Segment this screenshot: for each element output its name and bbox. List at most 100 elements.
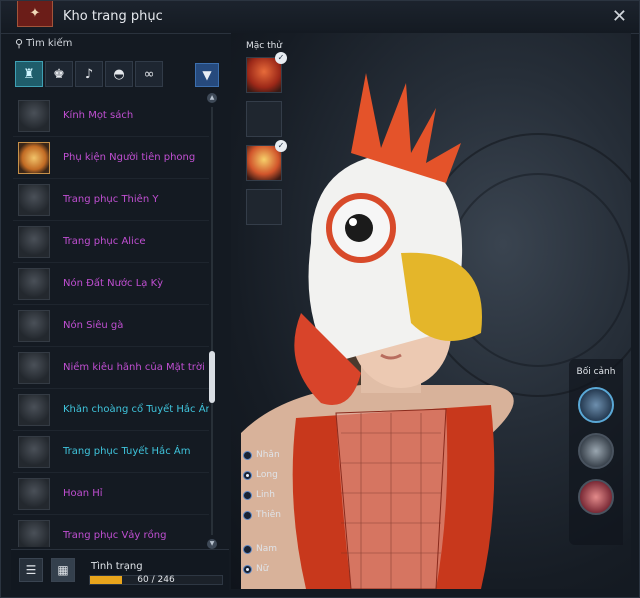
- item-label: Phụ kiện Người tiên phong: [63, 152, 196, 163]
- costume-storage-window: ✦ Kho trang phục ✕ ⚲ Tìm kiếm ♜ ♚ ♪ ◓ ∞ ▼ Kí…: [0, 0, 640, 598]
- list-item[interactable]: Nón Đất Nước Lạ Kỳ: [13, 263, 209, 305]
- item-label: Nón Đất Nước Lạ Kỳ: [63, 278, 164, 289]
- race-option[interactable]: Long: [243, 465, 303, 485]
- background-option-1[interactable]: [578, 387, 614, 423]
- race-option[interactable]: Thiên: [243, 505, 303, 525]
- list-footer: ☰ ▦ Tình trạng 60 / 246: [11, 549, 229, 590]
- item-label: Trang phục Tuyết Hắc Ám: [63, 446, 191, 457]
- item-label: Khăn choàng cổ Tuyết Hắc Ám: [63, 404, 209, 415]
- background-label: Bối cảnh: [576, 367, 616, 377]
- item-thumbnail: [18, 477, 50, 510]
- item-thumbnail: [18, 393, 50, 426]
- character-preview[interactable]: Mặc thử ✓ ✓ Nhân Long Linh Thiên Nam Nữ Bối c…: [231, 33, 631, 589]
- category-tab-3[interactable]: ◓: [105, 61, 133, 87]
- list-item[interactable]: Khăn choàng cổ Tuyết Hắc Ám: [13, 389, 209, 431]
- close-button[interactable]: ✕: [612, 6, 627, 27]
- race-selector: Nhân Long Linh Thiên: [243, 445, 303, 525]
- collection-status-label: Tình trạng: [91, 561, 143, 572]
- progress-text: 60 / 246: [137, 575, 175, 585]
- item-thumbnail: [18, 267, 50, 300]
- gender-option[interactable]: Nữ: [243, 559, 303, 579]
- item-label: Hoan Hỉ: [63, 488, 103, 499]
- costume-list: Kính Mọt sách Phụ kiện Người tiên phong Tr…: [13, 95, 209, 547]
- window-title: Kho trang phục: [63, 9, 163, 24]
- try-on-panel: Mặc thử ✓ ✓: [241, 41, 287, 225]
- shirt-icon: ♚: [53, 66, 65, 82]
- title-bar: ✦ Kho trang phục ✕: [1, 1, 639, 34]
- category-tab-0[interactable]: ♜: [15, 61, 43, 87]
- category-tab-2[interactable]: ♪: [75, 61, 103, 87]
- list-item[interactable]: Trang phục Alice: [13, 221, 209, 263]
- list-item[interactable]: Hoan Hỉ: [13, 473, 209, 515]
- gender-selector: Nam Nữ: [243, 539, 303, 579]
- scroll-thumb[interactable]: [209, 351, 215, 403]
- list-view-icon: ☰: [25, 563, 37, 577]
- filter-button[interactable]: ▼: [195, 63, 219, 87]
- race-label: Thiên: [256, 510, 281, 520]
- radio-icon[interactable]: [243, 490, 252, 500]
- race-option[interactable]: Linh: [243, 485, 303, 505]
- list-scrollbar[interactable]: ▲ ▼: [207, 93, 217, 549]
- search-icon: ⚲: [15, 37, 24, 50]
- race-label: Linh: [256, 490, 275, 500]
- category-tab-4[interactable]: ∞: [135, 61, 163, 87]
- item-thumbnail: [18, 309, 50, 342]
- radio-icon[interactable]: [243, 450, 252, 460]
- scroll-track: [211, 107, 213, 535]
- race-label: Long: [256, 470, 278, 480]
- radio-icon[interactable]: [243, 470, 252, 480]
- list-item[interactable]: Nón Siêu gà: [13, 305, 209, 347]
- try-on-slot-3[interactable]: [246, 189, 282, 225]
- list-item[interactable]: Kính Mọt sách: [13, 95, 209, 137]
- grid-view-button[interactable]: ▦: [51, 558, 75, 582]
- item-thumbnail: [18, 435, 50, 468]
- filter-icon: ▼: [202, 68, 212, 82]
- list-item[interactable]: Niềm kiêu hãnh của Mặt trời: [13, 347, 209, 389]
- try-on-label: Mặc thử: [245, 41, 283, 51]
- scroll-up-icon[interactable]: ▲: [207, 93, 217, 103]
- radio-icon[interactable]: [243, 564, 252, 574]
- radio-icon[interactable]: [243, 544, 252, 554]
- item-label: Kính Mọt sách: [63, 110, 134, 121]
- radio-icon[interactable]: [243, 510, 252, 520]
- item-thumbnail: [18, 225, 50, 258]
- list-view-button[interactable]: ☰: [19, 558, 43, 582]
- item-label: Niềm kiêu hãnh của Mặt trời: [63, 362, 205, 373]
- list-item[interactable]: Trang phục Thiên Y: [13, 179, 209, 221]
- background-option-2[interactable]: [578, 433, 614, 469]
- try-on-slot-2[interactable]: ✓: [246, 140, 287, 181]
- item-label: Trang phục Vảy rồng: [63, 530, 167, 541]
- grid-view-icon: ▦: [57, 563, 69, 577]
- try-on-slot-1[interactable]: [246, 101, 282, 137]
- glasses-icon: ∞: [143, 66, 155, 82]
- costume-storage-icon: ✦: [17, 1, 53, 27]
- list-item[interactable]: Phụ kiện Người tiên phong: [13, 137, 209, 179]
- race-option[interactable]: Nhân: [243, 445, 303, 465]
- category-tabs: ♜ ♚ ♪ ◓ ∞: [15, 61, 163, 87]
- try-on-slot-0[interactable]: ✓: [246, 52, 287, 93]
- background-option-3[interactable]: [578, 479, 614, 515]
- search-placeholder: Tìm kiếm: [26, 38, 73, 49]
- race-label: Nhân: [256, 450, 280, 460]
- background-selector: Bối cảnh: [569, 359, 623, 545]
- check-icon: ✓: [275, 140, 287, 152]
- accessory-icon: ♪: [84, 66, 94, 82]
- gender-label: Nam: [256, 544, 278, 554]
- gender-option[interactable]: Nam: [243, 539, 303, 559]
- item-thumbnail: [18, 183, 50, 216]
- gender-label: Nữ: [256, 564, 269, 574]
- category-tab-1[interactable]: ♚: [45, 61, 73, 87]
- search-input[interactable]: ⚲ Tìm kiếm: [15, 37, 72, 50]
- list-item[interactable]: Trang phục Vảy rồng: [13, 515, 209, 547]
- item-label: Trang phục Alice: [63, 236, 146, 247]
- item-label: Trang phục Thiên Y: [63, 194, 159, 205]
- list-item[interactable]: Trang phục Tuyết Hắc Ám: [13, 431, 209, 473]
- item-thumbnail: [18, 519, 50, 547]
- collection-progress-bar: 60 / 246: [89, 575, 223, 585]
- scroll-down-icon[interactable]: ▼: [207, 539, 217, 549]
- costume-list-panel: ⚲ Tìm kiếm ♜ ♚ ♪ ◓ ∞ ▼ Kính Mọt sách Phụ kiện…: [11, 33, 229, 590]
- outfit-icon: ♜: [23, 66, 35, 82]
- check-icon: ✓: [275, 52, 287, 64]
- item-label: Nón Siêu gà: [63, 320, 124, 331]
- item-thumbnail: [18, 99, 50, 132]
